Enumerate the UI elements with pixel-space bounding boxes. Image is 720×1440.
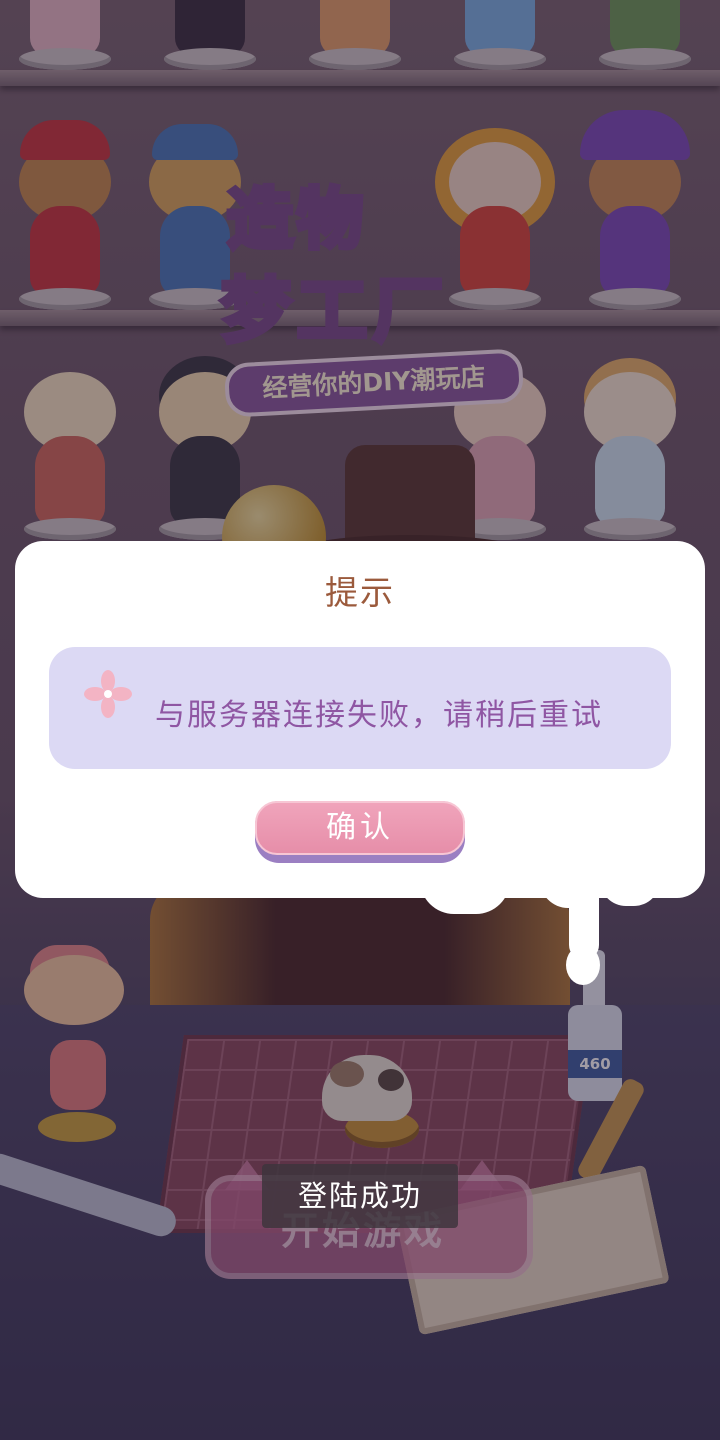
dialog-message: 与服务器连接失败，请稍后重试 (155, 698, 603, 733)
confirm-button[interactable]: 确认 (255, 801, 465, 863)
toast-message: 登陆成功 (262, 1164, 458, 1228)
confirm-button-label: 确认 (255, 801, 465, 855)
flower-icon (84, 670, 132, 718)
dialog-title: 提示 (325, 573, 395, 612)
dialog-drip (566, 945, 600, 985)
